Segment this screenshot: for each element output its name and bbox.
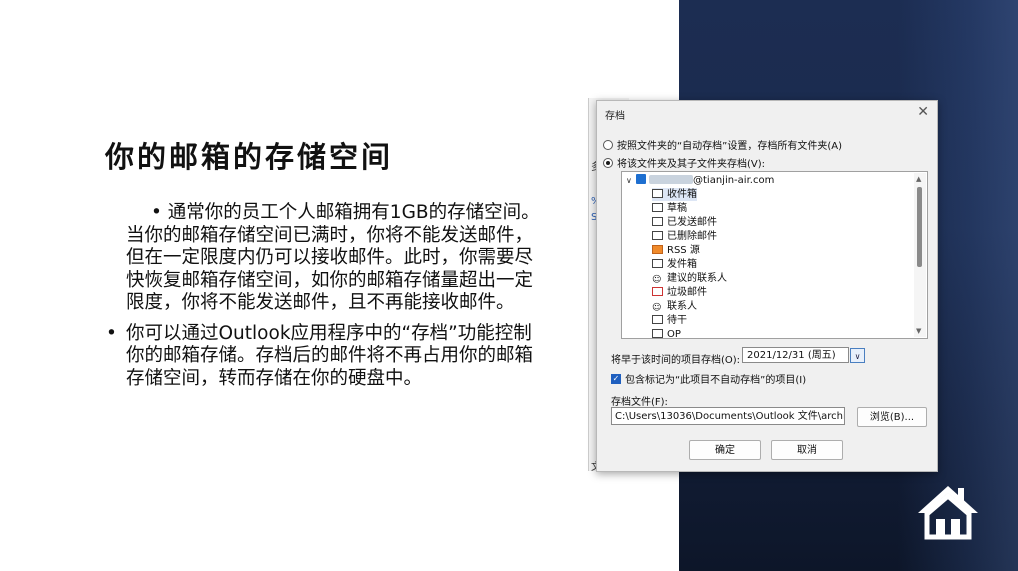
archive-file-input[interactable]: C:\Users\13036\Documents\Outlook 文件\arch…: [611, 407, 845, 425]
scroll-down-icon[interactable]: ▼: [916, 327, 921, 335]
radio-auto-archive[interactable]: 按照文件夹的“自动存档”设置，存档所有文件夹(A): [603, 137, 842, 152]
bullet-text: 你可以通过Outlook应用程序中的“存档”功能控制你的邮箱存储。存档后的邮件将…: [126, 322, 534, 389]
mail-icon: [652, 189, 663, 198]
radio-label: 按照文件夹的“自动存档”设置，存档所有文件夹(A): [617, 141, 843, 152]
folder-label: 建议的联系人: [667, 273, 727, 284]
folder-label: RSS 源: [667, 245, 700, 256]
folder-icon: [652, 315, 663, 324]
folder-label: 收件箱: [667, 189, 697, 200]
date-label: 将早于该时间的项目存档(O):: [611, 355, 741, 366]
folder-item[interactable]: 已发送邮件: [652, 216, 717, 229]
contacts-icon: ☺: [652, 275, 663, 285]
bullet-list: • 通常你的员工个人邮箱拥有1GB的存储空间。当你的邮箱存储空间已满时，你将不能…: [104, 202, 549, 390]
bullet-first-line: • 通常你的员工个人邮箱拥有1GB的存储空: [151, 202, 503, 223]
account-suffix: @tianjin-air.com: [693, 175, 775, 186]
folder-item[interactable]: ☺ 建议的联系人: [652, 272, 727, 285]
folder-item[interactable]: ☺ 联系人: [652, 300, 697, 313]
rss-icon: [652, 245, 663, 254]
folder-label: 待干: [667, 315, 687, 326]
scroll-up-icon[interactable]: ▲: [916, 175, 921, 183]
contacts-icon: ☺: [652, 303, 663, 313]
outbox-icon: [652, 259, 663, 268]
home-icon[interactable]: [914, 483, 982, 541]
redacted-email: [649, 175, 693, 184]
dialog-title: 存档: [605, 111, 625, 122]
folder-item[interactable]: 发件箱: [652, 258, 697, 271]
folder-item[interactable]: 草稿: [652, 202, 687, 215]
folder-tree[interactable]: ∨ @tianjin-air.com 收件箱 草稿 已发送邮件 已删除邮件 RSS…: [621, 171, 928, 339]
folder-icon: [652, 329, 663, 338]
radio-icon[interactable]: [603, 139, 613, 150]
folder-label: OP: [667, 329, 681, 339]
folder-label: 已删除邮件: [667, 231, 717, 242]
folder-icon: [652, 217, 663, 226]
cancel-button[interactable]: 取消: [771, 440, 843, 460]
browse-button[interactable]: 浏览(B)...: [857, 407, 927, 427]
folder-label: 草稿: [667, 203, 687, 214]
folder-label: 联系人: [667, 301, 697, 312]
folder-item[interactable]: 待干: [652, 314, 687, 327]
folder-item[interactable]: RSS 源: [652, 244, 700, 257]
folder-item[interactable]: 收件箱: [652, 188, 697, 201]
bullet-item-archive: • 你可以通过Outlook应用程序中的“存档”功能控制你的邮箱存储。存档后的邮…: [104, 323, 549, 391]
radio-folder-archive[interactable]: 将该文件夹及其子文件夹存档(V):: [603, 155, 765, 170]
archive-dialog: 存档 ✕ 按照文件夹的“自动存档”设置，存档所有文件夹(A) 将该文件夹及其子文…: [596, 100, 938, 472]
date-picker-input[interactable]: 2021/12/31 (周五): [742, 347, 849, 363]
folder-label: 垃圾邮件: [667, 287, 707, 298]
close-icon[interactable]: ✕: [917, 104, 929, 120]
checkbox-checked-icon[interactable]: ✓: [611, 373, 621, 384]
tree-account-row[interactable]: ∨ @tianjin-air.com: [626, 174, 774, 187]
folder-item[interactable]: 垃圾邮件: [652, 286, 707, 299]
scroll-thumb[interactable]: [917, 187, 922, 267]
include-no-autoarchive-checkbox[interactable]: ✓ 包含标记为“此项目不自动存档”的项目(I): [611, 371, 806, 386]
junk-icon: [652, 287, 663, 296]
folder-label: 已发送邮件: [667, 217, 717, 228]
chevron-down-icon[interactable]: ∨: [626, 174, 636, 187]
folder-item[interactable]: OP: [652, 328, 681, 339]
slide-title: 你的邮箱的存储空间: [105, 140, 394, 174]
folder-item[interactable]: 已删除邮件: [652, 230, 717, 243]
archive-file-label: 存档文件(F):: [611, 397, 668, 408]
bullet-text: • 通常你的员工个人邮箱拥有1GB的存储空间。当你的邮箱存储空间已满时，你将不能…: [126, 202, 549, 315]
trash-icon: [652, 231, 663, 240]
radio-label: 将该文件夹及其子文件夹存档(V):: [617, 159, 766, 170]
chevron-down-icon[interactable]: ∨: [850, 348, 865, 363]
folder-label: 发件箱: [667, 259, 697, 270]
checkbox-label: 包含标记为“此项目不自动存档”的项目(I): [625, 375, 807, 386]
draft-icon: [652, 203, 663, 212]
bullet-dot: •: [106, 322, 117, 344]
tree-scrollbar[interactable]: ▲ ▼: [914, 173, 926, 337]
radio-selected-icon[interactable]: [603, 157, 613, 168]
outlook-account-icon: [636, 174, 646, 184]
ok-button[interactable]: 确定: [689, 440, 761, 460]
bullet-item-storage: • 通常你的员工个人邮箱拥有1GB的存储空间。当你的邮箱存储空间已满时，你将不能…: [104, 202, 549, 315]
